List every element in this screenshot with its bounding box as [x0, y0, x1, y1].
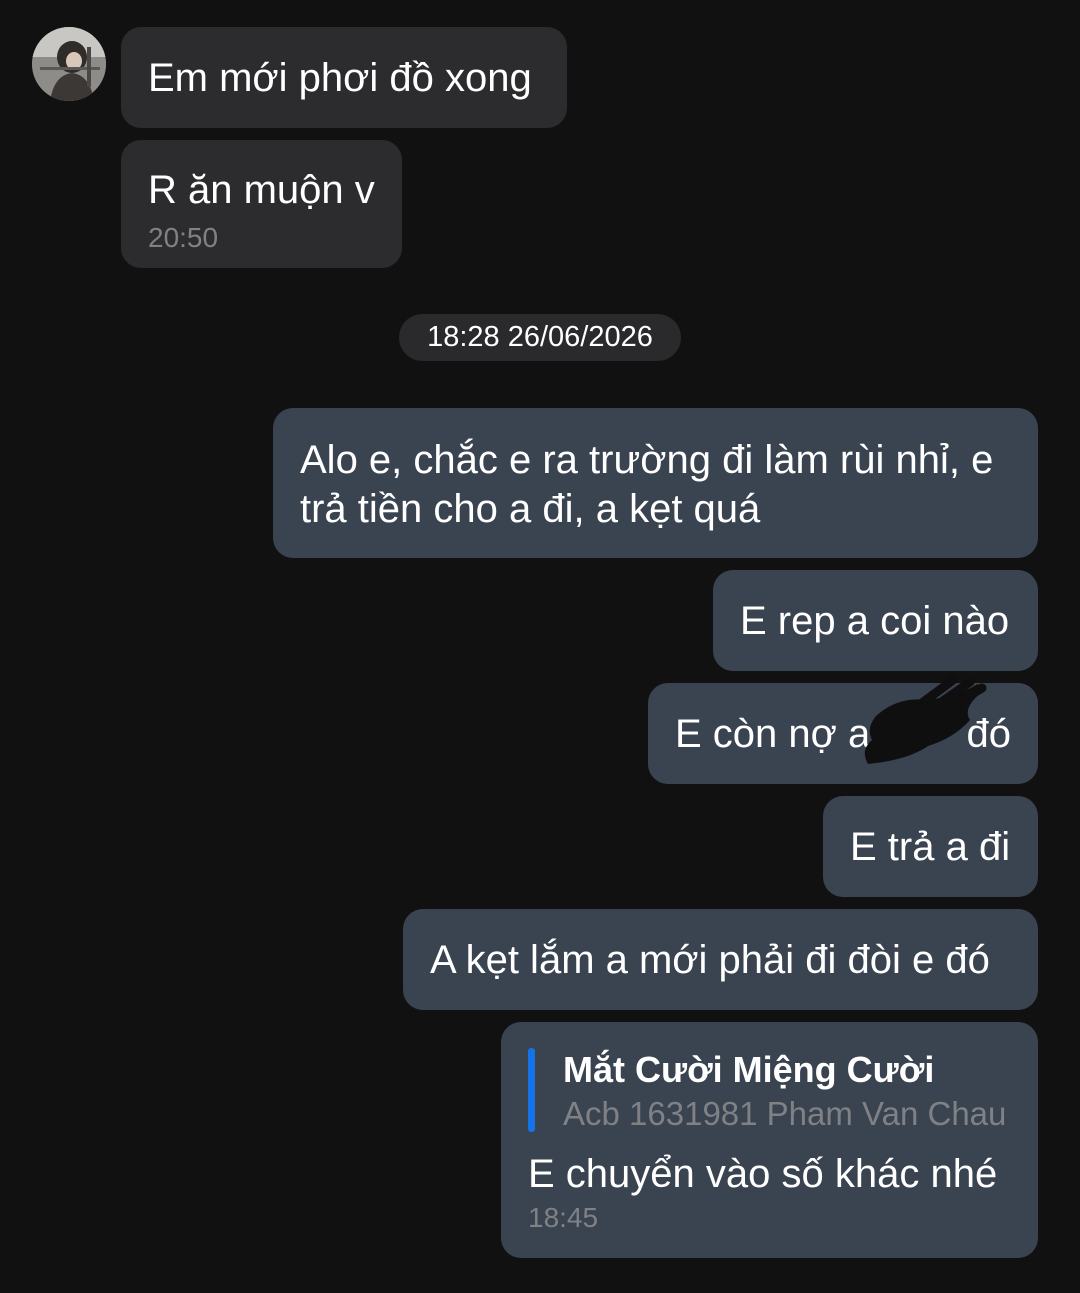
- message-text: A kẹt lắm a mới phải đi đòi e đó: [430, 938, 990, 982]
- outgoing-message[interactable]: E trả a đi: [823, 796, 1038, 897]
- contact-avatar[interactable]: [32, 27, 106, 101]
- incoming-message[interactable]: Em mới phơi đồ xong: [121, 27, 567, 128]
- message-text: R ăn muộn v: [148, 168, 375, 212]
- message-time: 20:50: [148, 222, 219, 253]
- quote-accent-bar: [528, 1048, 535, 1132]
- message-text: E trả a đi: [850, 825, 1011, 869]
- message-text: E còn nợ a: [675, 712, 871, 756]
- quoted-message[interactable]: Mắt Cười Miệng Cười Acb 1631981 Pham Van…: [528, 1048, 1038, 1136]
- message-text-line: trả tiền cho a đi, a kẹt quá: [300, 487, 761, 531]
- outgoing-reply-message[interactable]: Mắt Cười Miệng Cười Acb 1631981 Pham Van…: [501, 1022, 1038, 1258]
- message-text-line: Alo e, chắc e ra trường đi làm rùi nhỉ, …: [300, 438, 994, 482]
- outgoing-message[interactable]: A kẹt lắm a mới phải đi đòi e đó: [403, 909, 1038, 1010]
- message-text: E rep a coi nào: [740, 599, 1010, 643]
- quoted-text: Acb 1631981 Pham Van Chau: [563, 1095, 1007, 1132]
- quoted-sender: Mắt Cười Miệng Cười: [563, 1049, 935, 1090]
- message-text: Em mới phơi đồ xong: [148, 56, 532, 100]
- outgoing-message[interactable]: E rep a coi nào: [713, 570, 1038, 671]
- date-separator: 18:28 26/06/2026: [399, 314, 681, 361]
- message-text: E chuyển vào số khác nhé: [528, 1152, 998, 1196]
- outgoing-message[interactable]: Alo e, chắc e ra trường đi làm rùi nhỉ, …: [273, 408, 1038, 558]
- scribble-redaction-icon: [864, 676, 987, 764]
- incoming-message[interactable]: R ăn muộn v 20:50: [121, 140, 402, 268]
- avatar-photo-icon: [32, 27, 106, 101]
- message-time: 18:45: [528, 1202, 599, 1233]
